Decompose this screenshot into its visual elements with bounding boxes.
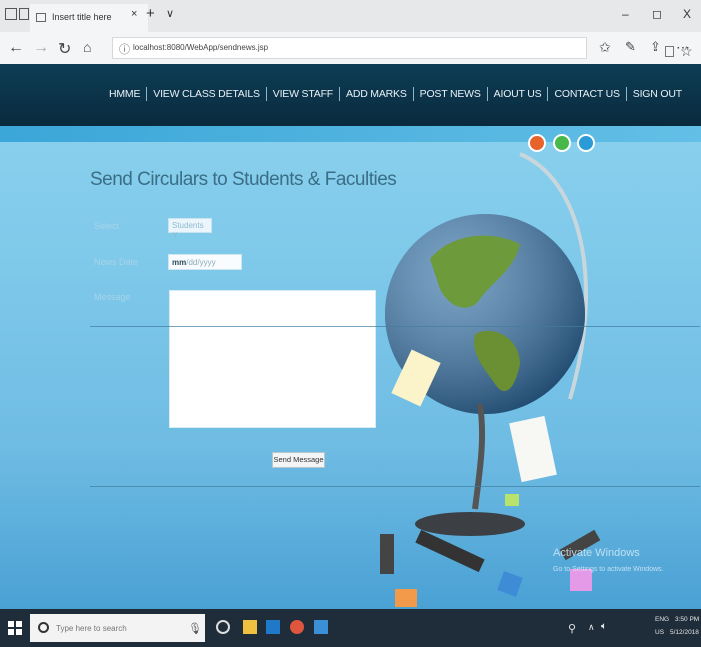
refresh-icon[interactable]: ↻ [58, 39, 71, 59]
message-label: Message [94, 292, 131, 302]
recipient-select-value: Students [172, 221, 204, 230]
windows-taskbar: Type here to search 🎙︎ ⚲ ∧ 🔈︎ ENG US 3:5… [0, 609, 701, 647]
nav-view-class-details-link[interactable]: VIEW CLASS DETAILS [153, 88, 260, 100]
decorative-line [90, 326, 700, 327]
nav-divider [265, 87, 267, 101]
nav-about-us-link[interactable]: AIOUT US [494, 88, 542, 100]
nav-home-link[interactable]: HMME [109, 88, 140, 100]
page-info-icon[interactable]: ⓘ [119, 41, 130, 57]
more-menu-icon[interactable]: ⋯ [676, 39, 690, 56]
back-arrow-icon[interactable]: ← [8, 39, 24, 57]
forward-arrow-icon[interactable]: → [33, 39, 49, 57]
favorites-hub-icon[interactable]: ✩ [599, 39, 611, 56]
lang-bottom[interactable]: US [655, 629, 664, 636]
app-icon-red[interactable] [290, 620, 304, 634]
file-explorer-icon[interactable] [243, 620, 257, 634]
tab-list-dropdown[interactable]: ∨ [166, 7, 174, 20]
site-menu: HMME VIEW CLASS DETAILS VIEW STAFF ADD MARK… [109, 87, 682, 101]
url-text[interactable]: localhost:8080/WebApp/sendnews.jsp [133, 43, 268, 52]
window-maximize-button[interactable]: ◻ [652, 7, 662, 21]
set-aside-tabs-icon[interactable] [19, 8, 29, 20]
news-date-input[interactable]: mm/dd/yyyy [168, 254, 242, 270]
share-icon[interactable]: ⇪ [650, 39, 661, 55]
nav-sign-out-link[interactable]: SIGN OUT [633, 88, 682, 100]
new-tab-button[interactable]: + [146, 5, 155, 22]
reading-view-icon[interactable] [665, 46, 674, 57]
nav-divider [547, 87, 549, 101]
nav-divider [339, 87, 341, 101]
task-view-icon[interactable] [216, 620, 230, 634]
app-icon-blue[interactable] [314, 620, 328, 634]
news-date-label: News Date [94, 257, 139, 267]
window-minimize-button[interactable]: – [622, 7, 629, 21]
globe-illustration [380, 152, 601, 607]
accent-band [0, 126, 701, 142]
taskbar-search-box[interactable]: Type here to search 🎙︎ [30, 614, 205, 642]
nav-divider [625, 87, 627, 101]
tab-actions-icon[interactable] [5, 8, 17, 20]
clock-time[interactable]: 3:50 PM [675, 616, 699, 623]
tab-title: Insert title here [52, 12, 112, 22]
person-icon[interactable]: ⚲ [568, 622, 576, 635]
nav-add-marks-link[interactable]: ADD MARKS [346, 88, 407, 100]
cortana-circle-icon [38, 622, 49, 633]
nav-divider [146, 87, 148, 101]
date-placeholder-rest: /dd/yyyy [186, 258, 216, 267]
search-placeholder: Type here to search [56, 624, 127, 633]
nav-post-news-link[interactable]: POST NEWS [420, 88, 481, 100]
activate-windows-subtitle: Go to Settings to activate Windows. [553, 566, 664, 573]
nav-view-staff-link[interactable]: VIEW STAFF [273, 88, 333, 100]
activate-windows-title: Activate Windows [553, 547, 640, 559]
notes-pen-icon[interactable]: ✎ [625, 39, 636, 55]
page-favicon-icon [36, 13, 46, 22]
home-icon[interactable]: ⌂ [83, 39, 91, 55]
nav-divider [486, 87, 488, 101]
chevron-down-icon: ∨ [172, 230, 178, 239]
send-message-button[interactable]: Send Message [272, 452, 325, 468]
clock-date[interactable]: 5/12/2018 [670, 629, 699, 636]
start-button[interactable] [8, 621, 22, 635]
nav-contact-us-link[interactable]: CONTACT US [554, 88, 619, 100]
address-bar-row: ← → ↻ ⌂ ⓘ localhost:8080/WebApp/sendnews… [0, 32, 701, 64]
site-navbar: HMME VIEW CLASS DETAILS VIEW STAFF ADD MARK… [0, 64, 701, 126]
recipient-select[interactable]: Students ∨ [168, 218, 212, 239]
volume-icon[interactable]: 🔈︎ [601, 621, 607, 632]
decorative-line [90, 486, 700, 487]
edge-browser-icon[interactable] [266, 620, 280, 634]
page-title: Send Circulars to Students & Faculties [90, 169, 397, 190]
nav-divider [412, 87, 414, 101]
message-textarea[interactable] [169, 290, 376, 428]
microphone-icon[interactable]: 🎙︎ [188, 622, 202, 635]
window-close-button[interactable]: X [683, 7, 691, 21]
web-page: HMME VIEW CLASS DETAILS VIEW STAFF ADD MARK… [0, 64, 701, 609]
select-label: Select [94, 221, 120, 231]
show-hidden-icons-chevron[interactable]: ∧ [588, 622, 595, 633]
tab-close-button[interactable]: × [131, 8, 137, 20]
browser-tab-bar: Insert title here × + ∨ – ◻ X [0, 0, 701, 32]
date-placeholder-month: mm [172, 258, 187, 267]
url-field[interactable]: ⓘ localhost:8080/WebApp/sendnews.jsp ☆ [112, 37, 693, 59]
lang-top[interactable]: ENG [655, 616, 669, 623]
